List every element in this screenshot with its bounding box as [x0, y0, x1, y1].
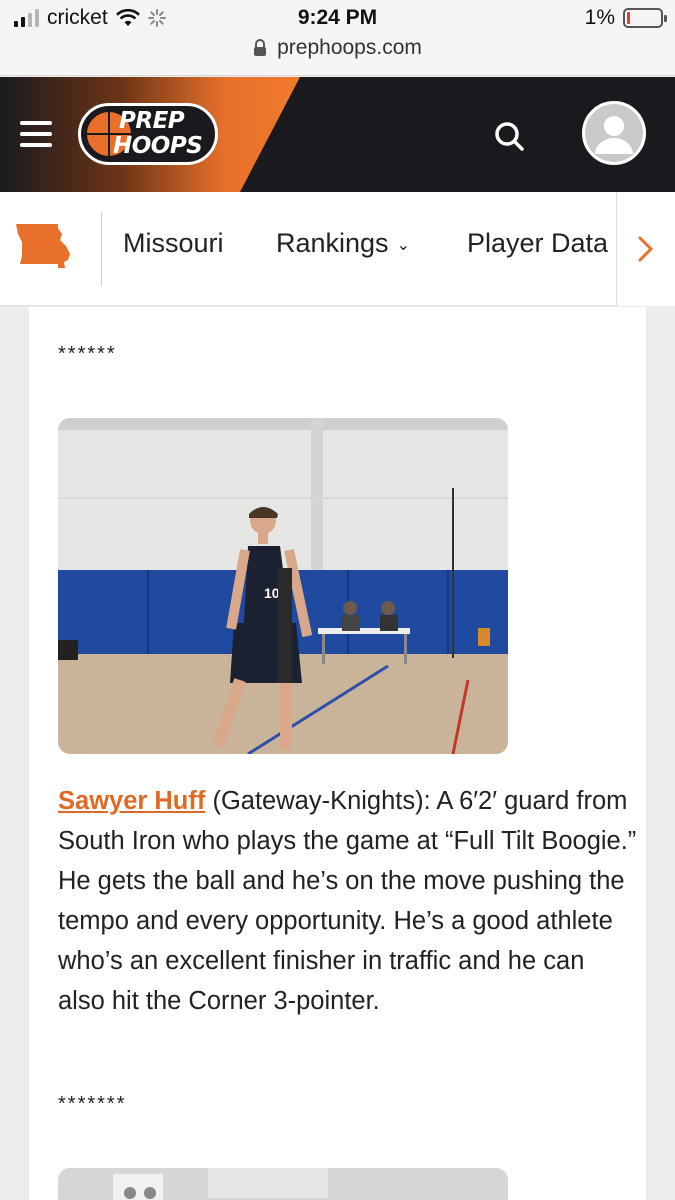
user-avatar-icon[interactable]	[582, 101, 646, 165]
chevron-down-icon: ⌄	[396, 236, 410, 254]
section-separator: ******	[58, 343, 117, 365]
nav-item-player-data[interactable]: Player Data	[467, 228, 608, 259]
search-icon[interactable]	[490, 117, 530, 157]
status-bar: cricket 9:24 PM 1% prephoops.com	[0, 0, 675, 76]
battery-info: 1%	[584, 6, 667, 30]
missouri-state-icon[interactable]	[14, 222, 72, 268]
next-player-photo[interactable]	[58, 1168, 508, 1200]
battery-icon	[623, 8, 667, 28]
player-description: (Gateway-Knights): A 6′2′ guard from Sou…	[58, 787, 637, 1015]
player-profile-link[interactable]: Sawyer Huff	[58, 787, 205, 815]
nav-scroll-right-button[interactable]	[616, 192, 675, 306]
gym-photo-illustration: 10	[58, 418, 508, 754]
site-logo[interactable]: PREP HOOPS	[78, 103, 218, 165]
url-text: prephoops.com	[277, 36, 422, 59]
chevron-right-icon	[638, 236, 654, 262]
lock-icon	[254, 39, 267, 56]
battery-percent: 1%	[584, 6, 615, 29]
svg-text:10: 10	[264, 585, 280, 601]
nav-divider	[101, 212, 102, 286]
player-photo[interactable]: 10	[58, 418, 508, 754]
status-time: 9:24 PM	[297, 6, 378, 29]
player-blurb: Sawyer Huff (Gateway-Knights): A 6′2′ gu…	[58, 781, 638, 1021]
address-bar[interactable]: prephoops.com	[0, 36, 675, 60]
hamburger-menu-icon[interactable]	[20, 121, 52, 147]
nav-item-rankings[interactable]: Rankings ⌄	[276, 228, 410, 259]
logo-wordmark: PREP HOOPS	[113, 108, 203, 159]
site-header: PREP HOOPS	[0, 77, 675, 192]
nav-item-missouri[interactable]: Missouri	[123, 228, 224, 259]
state-navigation: Missouri Rankings ⌄ Player Data	[0, 192, 675, 306]
section-separator: *******	[58, 1093, 127, 1115]
